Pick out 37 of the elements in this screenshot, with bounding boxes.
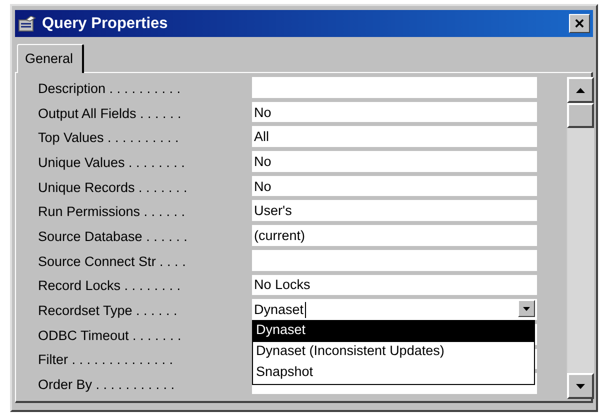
property-label: Order By . . . . . . . . . . .: [38, 377, 176, 392]
up-arrow-icon: [576, 88, 585, 92]
properties-icon: [18, 16, 36, 32]
property-label: Filter . . . . . . . . . . . . . .: [38, 352, 174, 368]
property-field[interactable]: [252, 77, 537, 100]
property-label: ODBC Timeout . . . . . . .: [38, 328, 182, 343]
property-label: Top Values . . . . . . . . . .: [38, 130, 180, 146]
dropdown-button[interactable]: [518, 300, 535, 318]
property-field[interactable]: No: [252, 102, 537, 124]
property-label: Recordset Type . . . . . .: [38, 303, 178, 318]
dropdown-option[interactable]: Dynaset: [253, 321, 534, 342]
property-field[interactable]: All: [252, 126, 537, 150]
property-label: Record Locks . . . . . . . .: [38, 278, 182, 294]
dropdown-option[interactable]: Dynaset (Inconsistent Updates): [253, 342, 534, 364]
property-label: Source Connect Str . . . .: [38, 254, 187, 269]
down-arrow-icon: [576, 384, 585, 388]
scrollbar[interactable]: [567, 77, 594, 399]
property-label: Source Database . . . . . .: [38, 228, 188, 244]
caret-icon: [523, 306, 530, 311]
tab[interactable]: General: [17, 44, 84, 73]
window-title: Query Properties: [42, 14, 169, 32]
property-label: Unique Records . . . . . . .: [38, 180, 188, 195]
scroll-up-button[interactable]: [567, 77, 594, 103]
property-label: Output All Fields . . . . . .: [38, 106, 182, 121]
property-label: Description . . . . . . . . . .: [38, 80, 182, 96]
property-label: Unique Values . . . . . . . .: [38, 154, 186, 170]
property-field[interactable]: No Locks: [252, 274, 537, 298]
scroll-thumb[interactable]: [567, 103, 594, 128]
property-field[interactable]: [252, 250, 537, 272]
dropdown-option[interactable]: Snapshot: [253, 363, 534, 384]
property-field[interactable]: User's: [252, 200, 537, 224]
property-field[interactable]: No: [252, 176, 537, 198]
scroll-down-button[interactable]: [567, 373, 594, 399]
property-field[interactable]: (current): [252, 225, 537, 248]
close-button[interactable]: ×: [569, 14, 590, 33]
property-label: Run Permissions . . . . . .: [38, 204, 186, 220]
property-field[interactable]: No: [252, 151, 537, 174]
